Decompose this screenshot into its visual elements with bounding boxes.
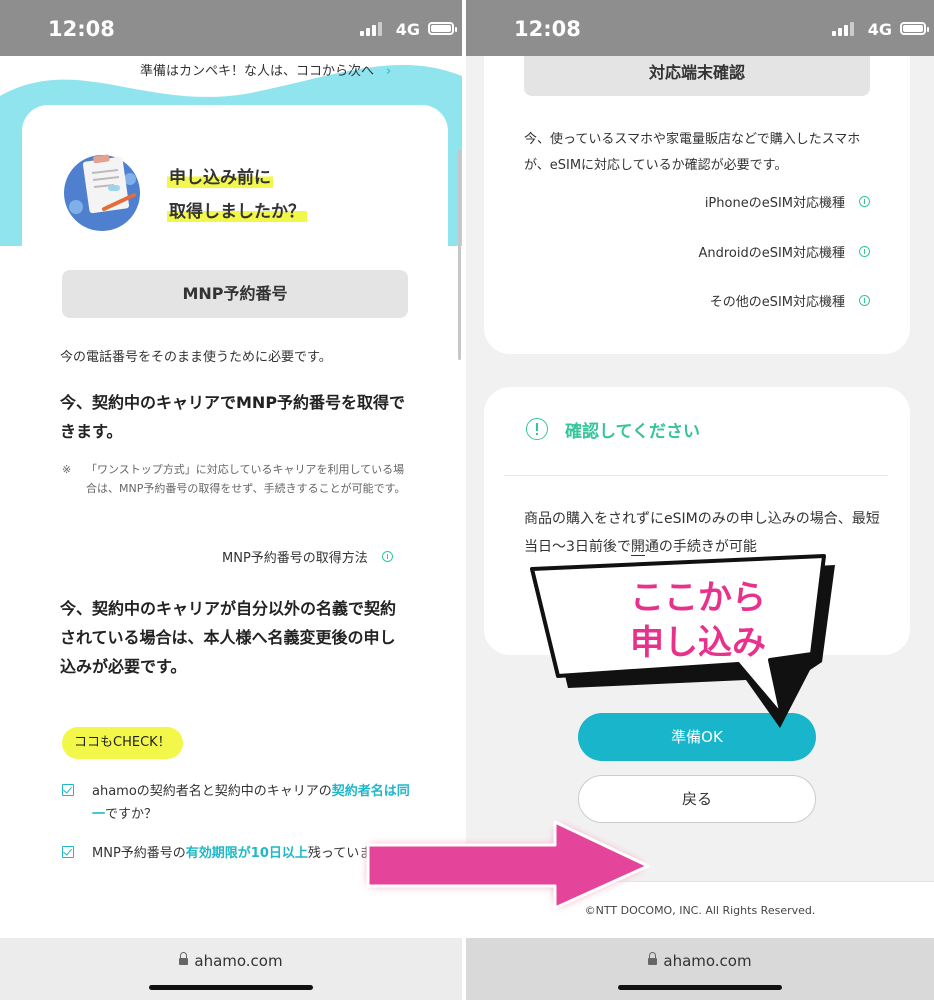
status-time: 12:08 xyxy=(514,17,581,41)
battery-icon xyxy=(900,22,929,35)
next-link[interactable]: 準備はカンペキ！な人は、ココから次へ › xyxy=(140,60,391,79)
check-item-expiry: MNP予約番号の有効期限が10日以上残っていますか？ xyxy=(62,842,412,865)
info-circle-icon xyxy=(381,551,393,562)
status-time: 12:08 xyxy=(48,17,115,41)
status-bar: 12:08 4G xyxy=(466,0,934,56)
android-esim-link[interactable]: AndroidのeSIM対応機種 xyxy=(698,242,870,261)
network-label: 4G xyxy=(867,20,892,39)
url-bar[interactable]: ahamo.com xyxy=(466,938,934,1000)
lock-icon xyxy=(179,952,189,965)
confirm-title: 確認してください xyxy=(565,422,700,442)
heading-line-2: 取得しましたか？ xyxy=(167,197,307,222)
prep-card: 申し込み前に 取得しましたか？ MNP予約番号 今の電話番号をそのまま使うために… xyxy=(22,105,448,940)
lock-icon xyxy=(648,952,658,965)
signal-icon xyxy=(360,22,382,36)
clipboard-illustration-icon xyxy=(64,154,140,231)
home-indicator xyxy=(618,985,782,990)
checkbox-icon xyxy=(62,784,74,796)
mnp-howto-link[interactable]: MNP予約番号の取得方法 xyxy=(222,547,393,566)
back-button[interactable]: 戻る xyxy=(578,775,816,823)
divider xyxy=(504,475,888,476)
device-check-button[interactable]: 対応端末確認 xyxy=(524,50,870,96)
status-bar: 12:08 4G xyxy=(0,0,462,56)
one-stop-note: ※ 「ワンストップ方式」に対応しているキャリアを利用している場合は、MNP予約番… xyxy=(62,463,406,495)
check-pill: ココもCHECK！ xyxy=(62,727,183,759)
checkbox-icon xyxy=(62,846,74,858)
chevron-right-icon: › xyxy=(386,64,392,79)
home-indicator xyxy=(149,985,313,990)
name-change-text: 今、契約中のキャリアが自分以外の名義で契約されている場合は、本人様へ名義変更後の… xyxy=(60,599,397,676)
info-circle-icon xyxy=(859,295,870,306)
signal-icon xyxy=(832,22,854,36)
esim-only-text: 商品の購入をされずにeSIMのみの申し込みの場合、最短当日〜3日前後で開通の手続… xyxy=(524,511,880,556)
url-bar[interactable]: ahamo.com xyxy=(0,938,462,1000)
network-label: 4G xyxy=(395,20,420,39)
exclamation-circle-icon xyxy=(526,418,548,440)
battery-icon xyxy=(428,22,457,35)
url-text: ahamo.com xyxy=(663,952,752,970)
confirm-card: 確認してください 商品の購入をされずにeSIMのみの申し込みの場合、最短当日〜3… xyxy=(484,387,910,655)
info-circle-icon xyxy=(859,246,870,257)
check-item-name: ahamoの契約者名と契約中のキャリアの契約者名は同一ですか？ xyxy=(62,780,412,826)
mnp-description: 今の電話番号をそのまま使うために必要です。 xyxy=(60,350,332,365)
device-description: 今、使っているスマホや家電量販店などで購入したスマホが、eSIMに対応しているか… xyxy=(524,132,861,173)
footer: ©NTT DOCOMO, INC. All Rights Reserved. xyxy=(466,881,934,939)
info-circle-icon xyxy=(859,196,870,207)
iphone-esim-link[interactable]: iPhoneのeSIM対応機種 xyxy=(705,192,870,211)
mnp-reservation-button[interactable]: MNP予約番号 xyxy=(62,270,408,318)
url-text: ahamo.com xyxy=(194,952,283,970)
left-phone-screen: 準備はカンペキ！な人は、ココから次へ › 申し込み前に 取得しましたか？ MNP予… xyxy=(0,0,462,1000)
right-phone-screen: 対応端末確認 今、使っているスマホや家電量販店などで購入したスマホが、eSIMに… xyxy=(466,0,934,1000)
carrier-mnp-text: 今、契約中のキャリアでMNP予約番号を取得できます。 xyxy=(60,393,406,441)
scrollbar[interactable] xyxy=(458,150,461,360)
other-esim-link[interactable]: その他のeSIM対応機種 xyxy=(710,291,870,310)
copyright: ©NTT DOCOMO, INC. All Rights Reserved. xyxy=(584,904,816,917)
ready-ok-button[interactable]: 準備OK xyxy=(578,713,816,761)
heading-line-1: 申し込み前に xyxy=(167,163,273,188)
